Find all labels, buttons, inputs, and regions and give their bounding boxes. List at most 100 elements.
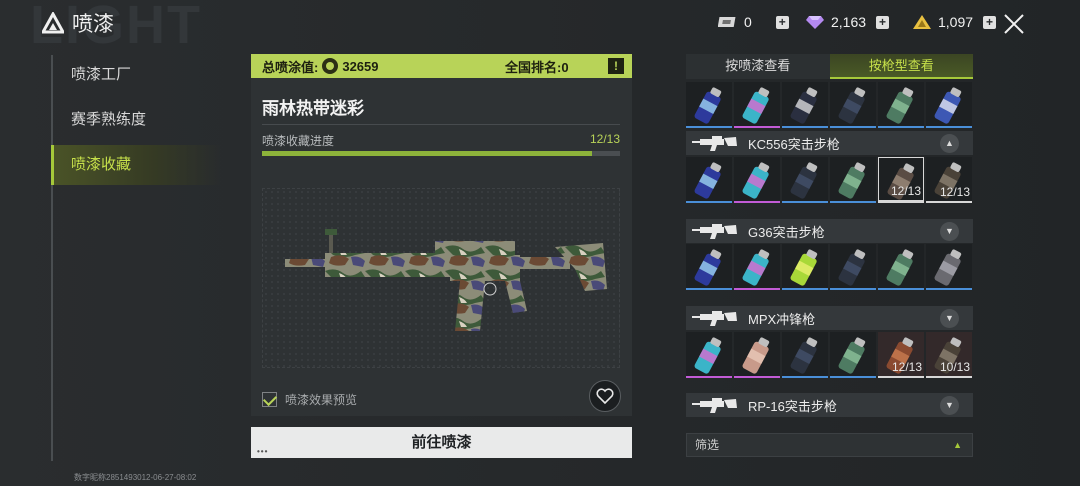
tab-by-spray[interactable]: 按喷漆查看 (686, 54, 830, 79)
spray-can-slot[interactable]: 12/13 (926, 157, 972, 203)
spray-can-icon (790, 87, 818, 124)
game-logo-icon (42, 12, 64, 34)
filter-label: 筛选 (695, 438, 720, 452)
chevron-down-icon[interactable]: ▼ (940, 396, 959, 415)
rarity-bar (734, 376, 780, 378)
spray-count: 12/13 (890, 184, 921, 198)
spray-can-row (686, 244, 972, 290)
add-diamond-button[interactable]: + (876, 15, 890, 29)
info-button[interactable]: ! (608, 58, 624, 74)
nav-item-spray-factory[interactable]: 喷漆工厂 (51, 55, 221, 95)
gun-header-row[interactable]: RP-16突击步枪 ▼ (686, 393, 973, 417)
spray-can-slot[interactable] (830, 244, 876, 290)
spray-can-icon (934, 87, 962, 124)
spray-can-slot[interactable] (782, 244, 828, 290)
coin-count: 1,097 (938, 14, 974, 30)
rarity-bar (782, 201, 828, 203)
triangle-coin-icon (913, 15, 931, 29)
spray-can-icon (742, 337, 770, 374)
page-title: 喷漆 (72, 13, 114, 36)
gun-name: MPX冲锋枪 (748, 311, 816, 327)
spray-can-slot[interactable] (878, 82, 924, 128)
gun-header-row[interactable]: MPX冲锋枪 ▼ (686, 306, 973, 330)
chevron-down-icon[interactable]: ▼ (940, 222, 959, 241)
weapon-camo-image (285, 229, 607, 331)
preview-toggle[interactable]: 喷漆效果预览 (262, 391, 357, 408)
spray-can-icon (694, 87, 722, 124)
spray-can-slot[interactable] (926, 244, 972, 290)
spray-can-icon (838, 249, 866, 286)
rarity-bar (878, 126, 924, 128)
score-bar: 总喷涂值: 32659 全国排名:0 ! (251, 54, 632, 78)
chevron-up-icon[interactable]: ▲ (940, 134, 959, 153)
weapon-preview[interactable] (262, 188, 620, 368)
chevron-up-icon: ▲ (953, 440, 962, 450)
tab-by-gun[interactable]: 按枪型查看 (829, 54, 973, 79)
spray-can-slot[interactable] (734, 244, 780, 290)
spray-can-icon (838, 162, 866, 199)
rarity-bar (782, 288, 828, 290)
spray-count: 12/13 (939, 185, 970, 199)
spray-can-slot[interactable] (830, 332, 876, 378)
nav-item-spray-collection[interactable]: 喷漆收藏 (51, 145, 221, 185)
spray-can-slot[interactable] (686, 82, 732, 128)
spray-can-slot[interactable] (686, 244, 732, 290)
progress-label: 喷漆收藏进度 (262, 134, 335, 148)
score-value: 32659 (342, 58, 379, 74)
spray-can-icon (790, 162, 818, 199)
checkbox-icon[interactable] (262, 392, 277, 407)
spray-can-slot[interactable] (734, 82, 780, 128)
spray-can-slot[interactable] (734, 157, 780, 203)
spray-can-slot[interactable] (782, 157, 828, 203)
add-coin-button[interactable]: + (983, 15, 997, 29)
rarity-bar (686, 201, 732, 203)
spray-can-slot[interactable] (686, 157, 732, 203)
spray-can-slot[interactable] (734, 332, 780, 378)
spray-can-slot[interactable] (830, 157, 876, 203)
close-icon[interactable] (1000, 10, 1028, 38)
filter-dropdown[interactable]: 筛选 ▲ (686, 433, 973, 457)
favorite-button[interactable] (589, 380, 621, 412)
goto-spray-button[interactable]: 前往喷漆 ••• (251, 427, 632, 458)
score-icon (322, 58, 339, 74)
goto-spray-label: 前往喷漆 (411, 434, 472, 451)
progress-bar (262, 151, 620, 156)
spray-can-slot[interactable] (926, 82, 972, 128)
rarity-bar (686, 376, 732, 378)
gun-header-row[interactable]: G36突击步枪 ▼ (686, 219, 973, 243)
rarity-bar (686, 126, 732, 128)
spray-can-icon (790, 337, 818, 374)
rank-label: 全国排名:0 (505, 59, 569, 75)
spray-can-slot[interactable]: 12/13 (878, 332, 924, 378)
nav-item-season-mastery[interactable]: 赛季熟练度 (51, 100, 221, 140)
spray-can-icon (886, 249, 914, 286)
rarity-bar (926, 376, 972, 378)
spray-count: 12/13 (891, 360, 922, 374)
spray-can-icon (742, 249, 770, 286)
spray-can-slot[interactable] (782, 82, 828, 128)
rarity-bar (830, 201, 876, 203)
spray-can-slot[interactable] (830, 82, 876, 128)
diamond-count: 2,163 (831, 14, 867, 30)
chevron-down-icon[interactable]: ▼ (940, 309, 959, 328)
gun-name: KC556突击步枪 (748, 136, 840, 152)
spray-can-slot[interactable] (878, 244, 924, 290)
spray-can-slot[interactable] (686, 332, 732, 378)
spray-can-icon (694, 249, 722, 286)
add-ticket-button[interactable]: + (775, 15, 789, 29)
decor-dots: ••• (257, 447, 269, 456)
rarity-bar (879, 200, 923, 202)
player-id-text: 数字昵称2851493012-06-27-08:02 (74, 473, 197, 482)
spray-can-slot[interactable]: 10/13 (926, 332, 972, 378)
spray-can-slot[interactable] (782, 332, 828, 378)
ticket-count: 0 (744, 14, 752, 30)
rarity-bar (926, 126, 972, 128)
heart-icon (596, 388, 614, 405)
gun-name: G36突击步枪 (748, 224, 825, 240)
spray-can-row (686, 82, 972, 128)
gun-header-row[interactable]: KC556突击步枪 ▲ (686, 131, 973, 155)
rarity-bar (830, 288, 876, 290)
spray-can-slot[interactable]: 12/13 (878, 157, 924, 203)
spray-can-icon (838, 87, 866, 124)
view-tabs: 按喷漆查看 按枪型查看 (686, 54, 973, 79)
